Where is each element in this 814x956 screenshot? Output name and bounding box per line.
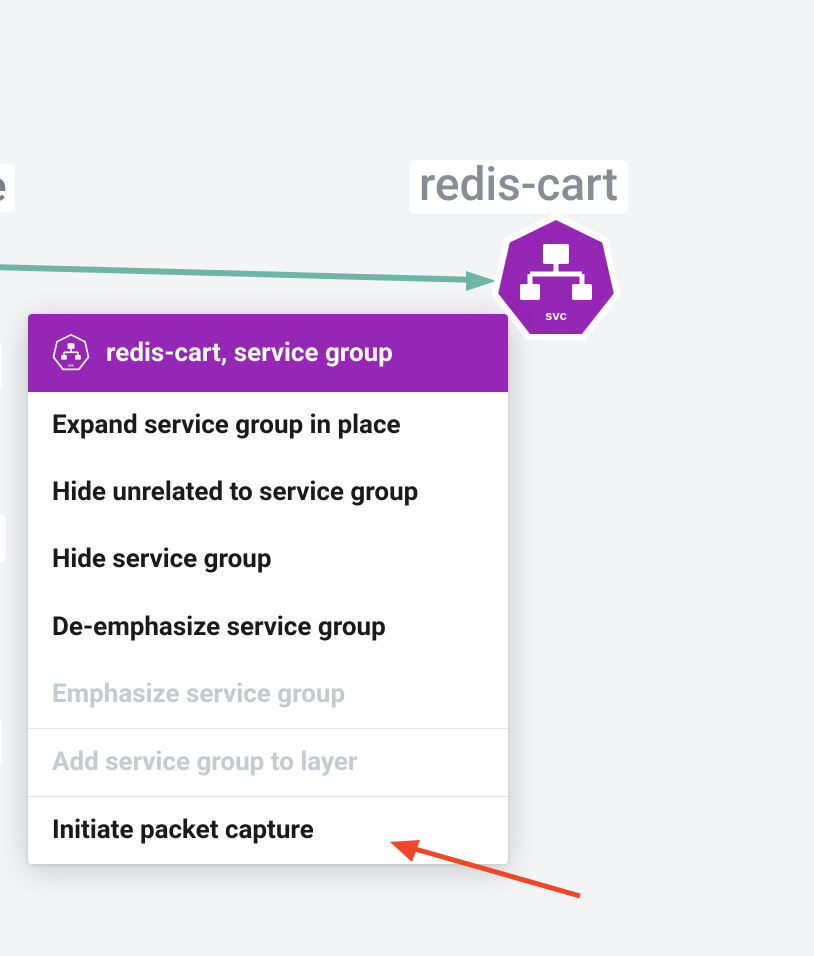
menu-item-add-layer: Add service group to layer <box>28 728 508 796</box>
context-menu: svc redis-cart, service group Expand ser… <box>28 314 508 864</box>
menu-item-deemphasize[interactable]: De-emphasize service group <box>28 594 508 661</box>
menu-item-packet-capture[interactable]: Initiate packet capture <box>28 796 508 864</box>
network-topology-icon <box>520 244 592 300</box>
bg-node-label-fragment-4: rv <box>0 718 2 766</box>
service-group-icon: svc <box>50 332 92 374</box>
node-badge-text: svc <box>545 308 567 323</box>
menu-item-expand[interactable]: Expand service group in place <box>28 392 508 459</box>
graph-edge <box>0 267 496 291</box>
node-label-redis-cart[interactable]: redis-cart <box>409 160 628 214</box>
node-redis-cart[interactable]: svc <box>491 213 620 341</box>
bg-node-label-fragment-3: ic <box>0 514 6 562</box>
context-menu-header: svc redis-cart, service group <box>28 314 508 392</box>
menu-item-emphasize: Emphasize service group <box>28 661 508 728</box>
bg-node-label-fragment-2: rv <box>0 342 2 390</box>
context-menu-header-label: redis-cart, service group <box>106 338 393 368</box>
svg-text:svc: svc <box>68 363 74 367</box>
menu-item-hide[interactable]: Hide service group <box>28 526 508 593</box>
bg-node-label-fragment-1: ce <box>0 164 15 212</box>
menu-item-hide-unrelated[interactable]: Hide unrelated to service group <box>28 459 508 526</box>
